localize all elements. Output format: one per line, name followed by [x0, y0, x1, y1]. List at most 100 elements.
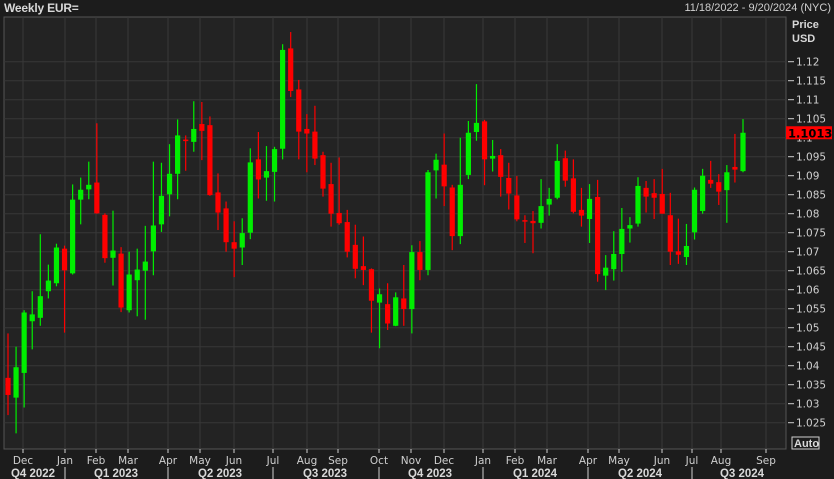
- candle-body: [78, 189, 84, 200]
- y-tick-label: 1.045: [796, 342, 826, 354]
- candle-body: [5, 377, 11, 395]
- candle-body: [627, 225, 633, 229]
- x-month-label: Aug: [297, 455, 318, 467]
- candle-body: [304, 128, 310, 134]
- x-month-label: Jun: [225, 455, 242, 467]
- candlestick-chart[interactable]: 1.121.1151.111.1051.11.0951.091.0851.081…: [0, 0, 834, 479]
- x-month-label: May: [189, 455, 211, 467]
- x-quarter-label: Q3 2023: [303, 468, 347, 479]
- candle-body: [328, 184, 334, 214]
- candle-body: [546, 198, 552, 205]
- candle-body: [320, 155, 326, 189]
- y-tick-label: 1.085: [796, 190, 826, 202]
- y-tick-label: 1.075: [796, 228, 826, 240]
- x-month-label: Feb: [506, 455, 525, 467]
- candle-body: [368, 269, 375, 301]
- candle-body: [150, 225, 156, 252]
- candle-down: [118, 247, 124, 313]
- candle-up: [425, 170, 431, 276]
- y-tick-label: 1.11: [796, 95, 819, 107]
- candle-down: [102, 213, 108, 263]
- x-month-label: Aug: [711, 455, 732, 467]
- candle-body: [255, 159, 261, 180]
- candle-body: [401, 298, 407, 310]
- candle-body: [191, 128, 197, 142]
- candle-body: [110, 250, 116, 258]
- candle-body: [393, 297, 399, 326]
- candle-body: [231, 242, 237, 249]
- candle-body: [570, 178, 576, 212]
- y-tick-label: 1.055: [796, 304, 826, 316]
- y-tick-label: 1.05: [796, 323, 819, 335]
- candle-body: [481, 121, 488, 160]
- x-month-label: Dec: [13, 455, 34, 467]
- candle-body: [724, 172, 730, 191]
- auto-scale-button[interactable]: Auto: [791, 436, 820, 450]
- candle-body: [578, 209, 585, 216]
- candle-body: [175, 135, 181, 174]
- candle-body: [667, 215, 673, 252]
- candle-body: [740, 132, 746, 172]
- candle-body: [126, 274, 132, 311]
- candle-body: [288, 48, 294, 91]
- y-tick-label: 1.115: [796, 76, 826, 88]
- candle-body: [21, 312, 27, 373]
- x-quarter-label: Q1 2023: [94, 468, 138, 479]
- candle-body: [296, 89, 302, 132]
- candle-body: [29, 314, 35, 322]
- x-quarter-label: Q3 2024: [720, 468, 765, 479]
- candle-body: [586, 198, 593, 220]
- x-month-label: Oct: [370, 455, 388, 467]
- candle-body: [385, 304, 391, 324]
- x-quarter-label: Q4 2023: [408, 468, 452, 479]
- candle-body: [603, 267, 609, 276]
- candle-up: [280, 44, 286, 160]
- candle-body: [215, 192, 221, 213]
- y-tick-label: 1.09: [796, 171, 819, 183]
- y-tick-label: 1.06: [796, 285, 820, 297]
- x-month-label: Jul: [685, 455, 699, 467]
- x-month-label: Nov: [401, 455, 422, 467]
- y-axis-title: USD: [792, 33, 815, 45]
- y-tick-label: 1.04: [796, 361, 820, 373]
- candle-body: [554, 160, 560, 198]
- candle-body: [708, 179, 714, 184]
- candle-body: [449, 187, 455, 237]
- candle-body: [506, 177, 512, 194]
- candle-body: [691, 189, 698, 233]
- candle-body: [158, 195, 165, 225]
- candle-body: [86, 184, 92, 190]
- x-month-label: Jul: [266, 455, 280, 467]
- candle-body: [425, 172, 431, 270]
- x-month-label: May: [608, 455, 630, 467]
- candle-body: [13, 367, 19, 398]
- x-month-label: Feb: [87, 455, 106, 467]
- y-axis-title: Price: [792, 19, 819, 31]
- candle-body: [61, 248, 68, 271]
- candle-body: [619, 228, 625, 254]
- candle-body: [465, 132, 471, 175]
- candle-body: [514, 195, 520, 220]
- candle-body: [538, 206, 544, 223]
- candle-body: [409, 252, 415, 310]
- candle-body: [376, 294, 383, 303]
- candle-body: [433, 159, 439, 171]
- candle-body: [280, 49, 286, 149]
- candle-body: [716, 182, 722, 192]
- candle-body: [651, 193, 657, 198]
- y-tick-label: 1.07: [796, 247, 819, 259]
- last-price-label: 1.1013: [788, 126, 832, 140]
- candle-body: [732, 166, 738, 170]
- candle-body: [70, 199, 76, 274]
- x-quarter-label: Q4 2022: [11, 468, 55, 479]
- y-tick-label: 1.035: [796, 380, 826, 392]
- y-tick-label: 1.105: [796, 114, 826, 126]
- x-month-label: Sep: [328, 455, 348, 467]
- y-tick-label: 1.065: [796, 266, 826, 278]
- candle-body: [611, 253, 617, 270]
- candle-body: [522, 220, 528, 222]
- y-tick-label: 1.12: [796, 57, 819, 69]
- candle-body: [659, 193, 665, 214]
- candle-body: [199, 124, 205, 131]
- auto-button-label: Auto: [794, 438, 819, 450]
